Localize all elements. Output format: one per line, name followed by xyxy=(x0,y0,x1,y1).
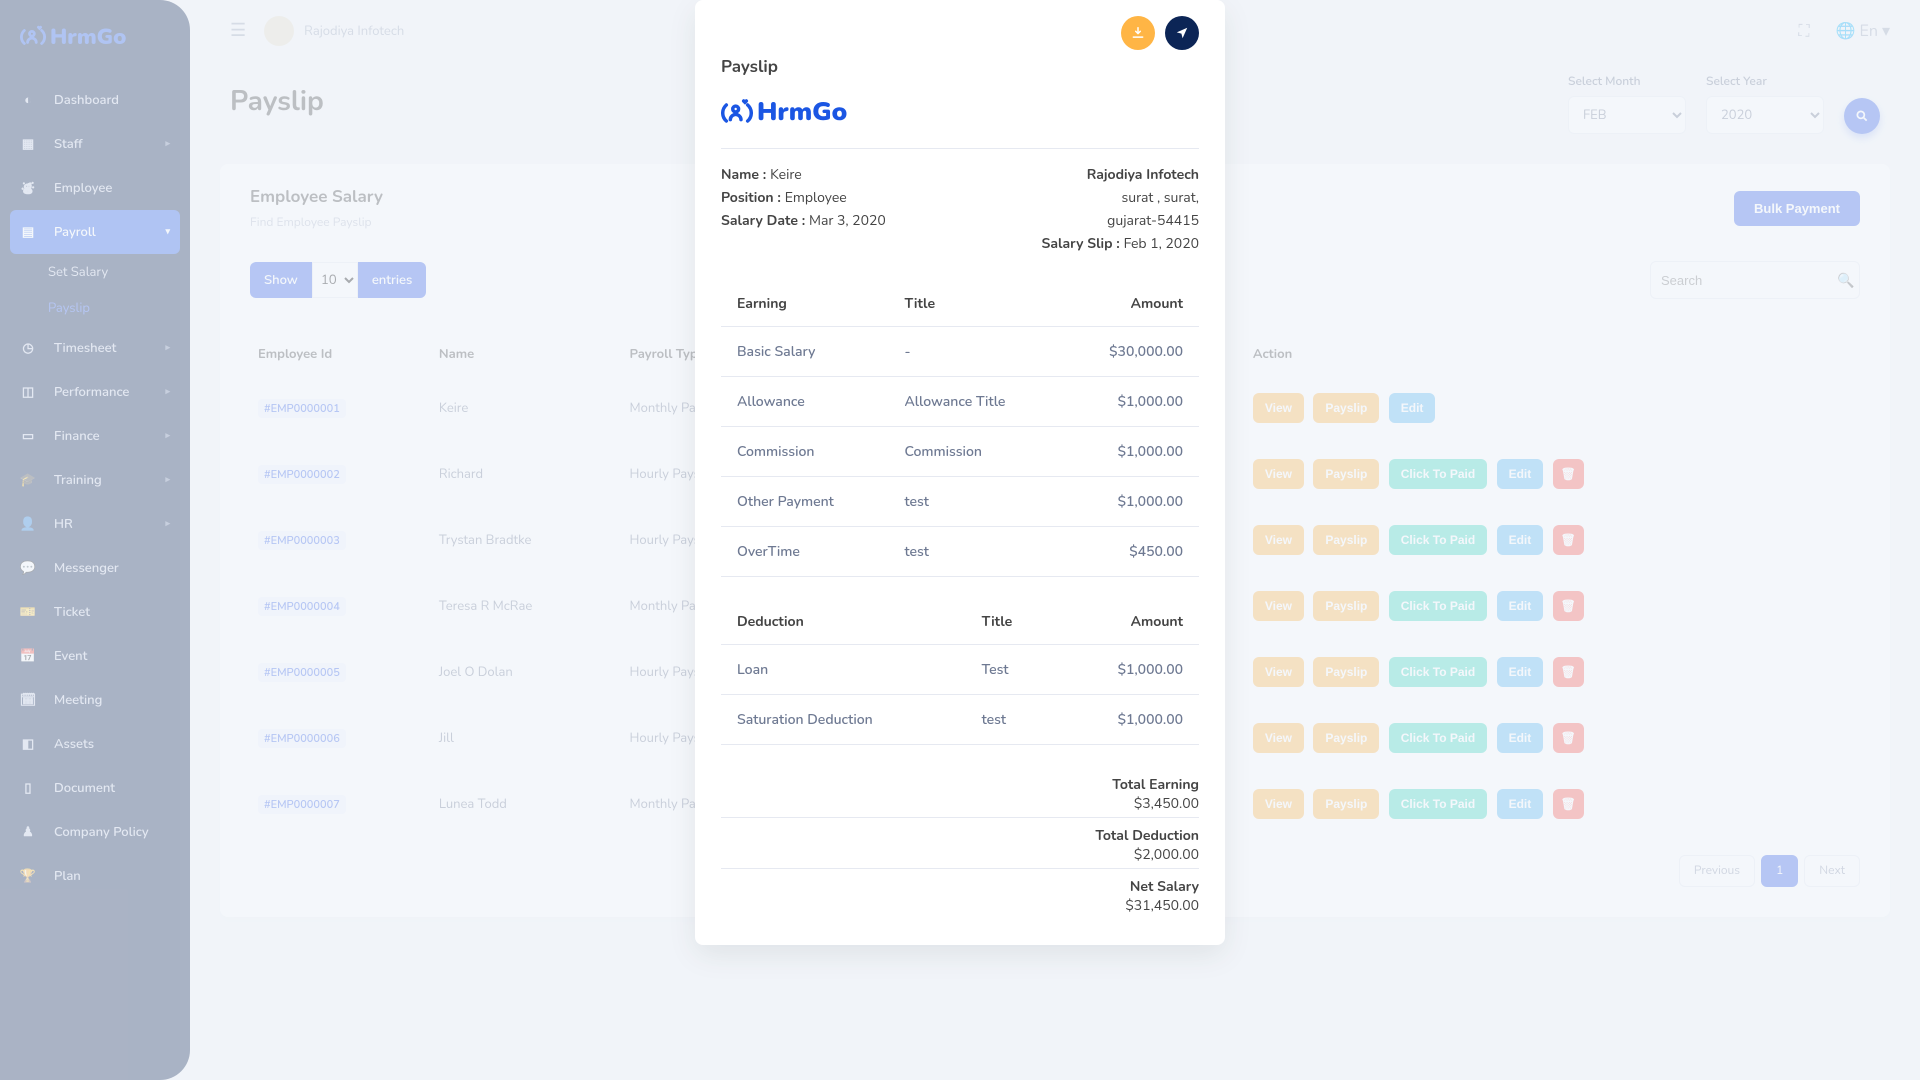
total-earning-value: $3,450.00 xyxy=(721,794,1199,813)
earning-row: CommissionCommission$1,000.00 xyxy=(721,427,1199,477)
company-name: Rajodiya Infotech xyxy=(1087,165,1199,184)
net-salary-value: $31,450.00 xyxy=(721,896,1199,915)
earning-row: OverTimetest$450.00 xyxy=(721,527,1199,577)
total-earning-label: Total Earning xyxy=(721,775,1199,794)
modal-title: Payslip xyxy=(721,56,1199,79)
totals: Total Earning $3,450.00 Total Deduction … xyxy=(721,767,1199,919)
employee-position: Employee xyxy=(785,188,847,207)
earning-row: AllowanceAllowance Title$1,000.00 xyxy=(721,377,1199,427)
earning-row: Basic Salary-$30,000.00 xyxy=(721,327,1199,377)
payslip-modal: Payslip HrmGo Name : Keire Position : Em… xyxy=(695,0,1225,945)
deduction-row: Saturation Deductiontest$1,000.00 xyxy=(721,695,1199,745)
total-deduction-value: $2,000.00 xyxy=(721,845,1199,864)
deduction-row: LoanTest$1,000.00 xyxy=(721,645,1199,695)
earning-row: Other Paymenttest$1,000.00 xyxy=(721,477,1199,527)
earning-table: Earning Title Amount Basic Salary-$30,00… xyxy=(721,281,1199,577)
modal-brand: HrmGo xyxy=(721,95,1199,130)
send-button[interactable] xyxy=(1165,16,1199,50)
payslip-meta: Name : Keire Position : Employee Salary … xyxy=(721,149,1199,257)
net-salary-label: Net Salary xyxy=(721,877,1199,896)
salary-slip-date: Feb 1, 2020 xyxy=(1124,234,1199,253)
salary-date: Mar 3, 2020 xyxy=(809,211,886,230)
company-addr2: gujarat-54415 xyxy=(1042,211,1199,230)
download-button[interactable] xyxy=(1121,16,1155,50)
company-addr1: surat , surat, xyxy=(1042,188,1199,207)
total-deduction-label: Total Deduction xyxy=(721,826,1199,845)
employee-name: Keire xyxy=(770,165,802,184)
deduction-table: Deduction Title Amount LoanTest$1,000.00… xyxy=(721,599,1199,745)
